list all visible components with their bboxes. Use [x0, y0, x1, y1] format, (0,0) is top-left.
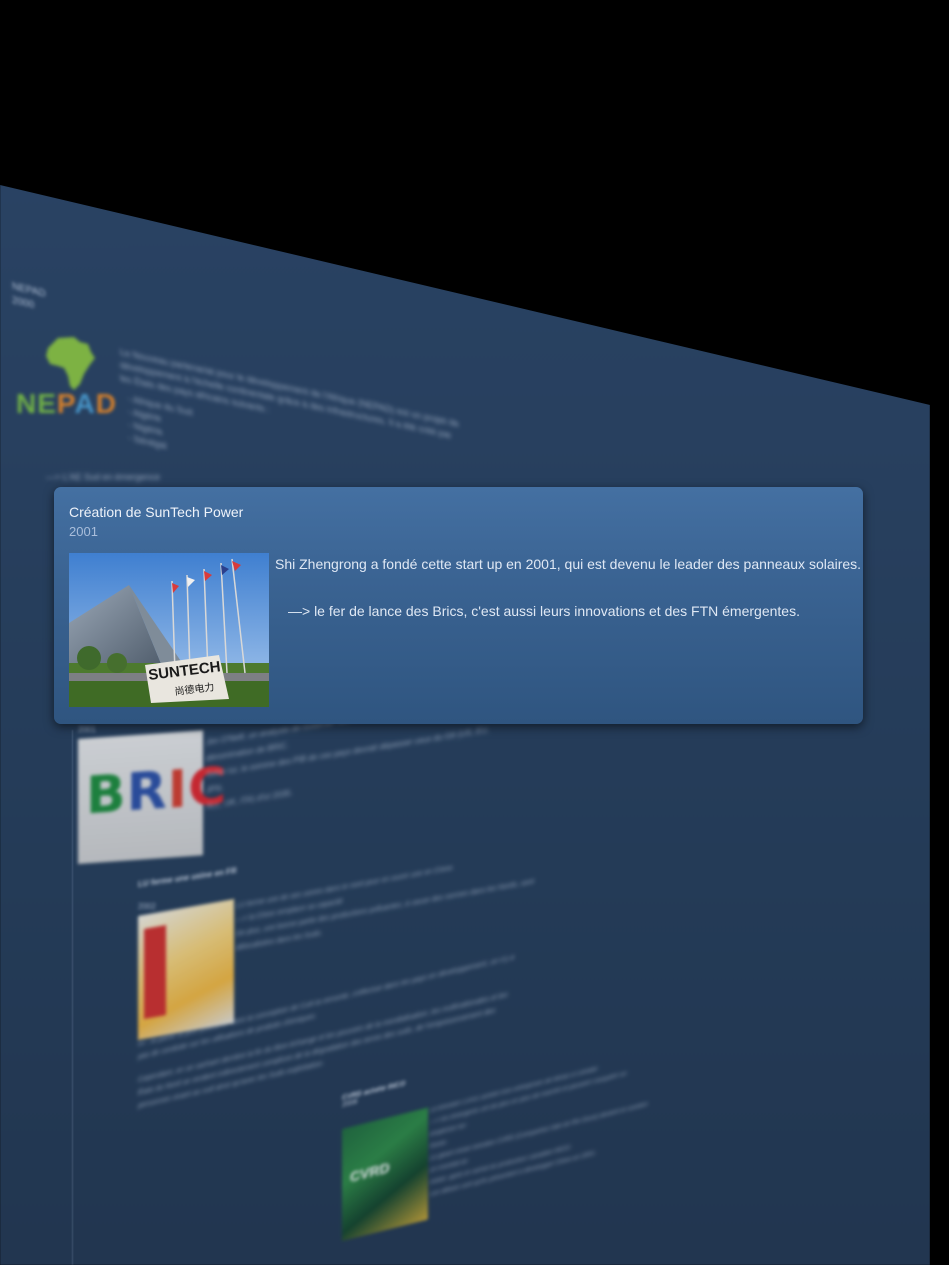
cvrd-image-label: CVRD	[350, 1159, 390, 1186]
cvrd-image: CVRD	[342, 1107, 428, 1241]
card-year: 2001	[69, 524, 98, 539]
africa-map-icon	[46, 337, 95, 390]
suntech-timeline-card[interactable]: Création de SunTech Power 2001 SUNTECH 尚…	[54, 487, 863, 724]
nepad-entry-header: NEPAD 2000	[12, 280, 46, 316]
nepad-arrow-note: —> L'AE Sud en émergence	[46, 472, 161, 482]
cvrd-entry: CVRD achète INCO 2006 CVRD Le brésilien …	[342, 1066, 672, 1265]
nepad-logo-text: NEPAD	[16, 388, 117, 419]
card-note: —> le fer de lance des Brics, c'est auss…	[288, 603, 800, 619]
nepad-logo: NEPAD	[14, 336, 119, 431]
timeline-line	[72, 730, 73, 1265]
card-title: Création de SunTech Power	[69, 504, 244, 520]
card-description: Shi Zhengrong a fondé cette start up en …	[275, 556, 862, 572]
suntech-headquarters-photo: SUNTECH 尚德电力	[69, 553, 269, 707]
screen: NEPAD 2000 NEPAD Le Nouveau partenariat …	[0, 0, 949, 1265]
lu-entry: LU ferme une usine en FR 2002 LU ferme u…	[138, 865, 558, 1120]
lu-logo-band	[144, 925, 166, 1019]
suntech-building-image: SUNTECH 尚德电力	[69, 553, 269, 707]
lu-entry-year: 2002	[138, 902, 156, 911]
bric-entry-year: 2001	[78, 725, 96, 734]
bric-logo-image: BRIC	[78, 730, 227, 864]
